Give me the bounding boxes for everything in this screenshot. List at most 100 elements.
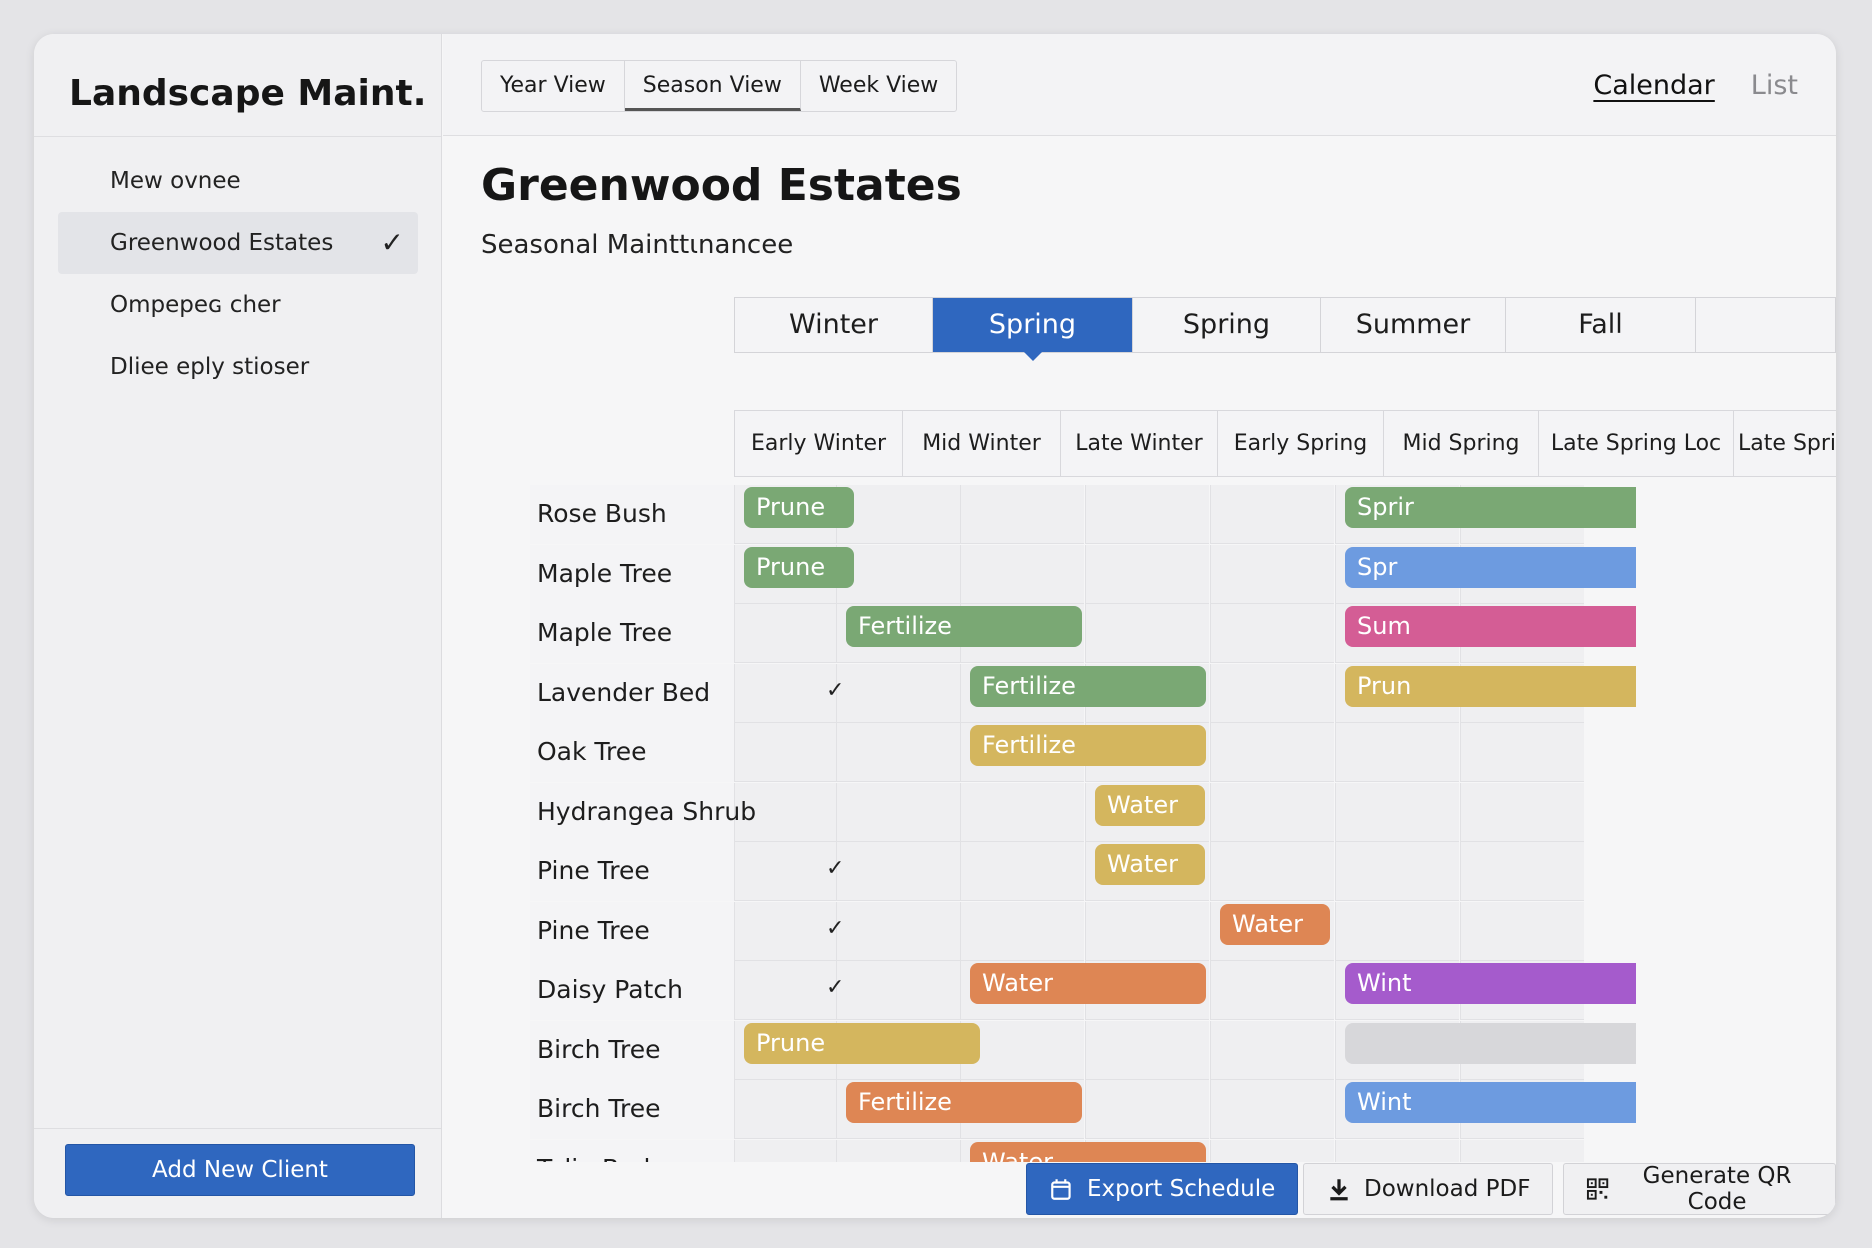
schedule-cell [1460, 783, 1584, 842]
qr-code-icon [1586, 1178, 1609, 1200]
schedule-cell [1210, 1140, 1334, 1162]
schedule-cell [1210, 485, 1334, 544]
client-item-label: Greenwood Estates [110, 230, 334, 256]
task-bar[interactable]: Spr [1345, 547, 1636, 588]
task-bar[interactable]: Fertilize [970, 666, 1206, 707]
schedule-cell [1335, 783, 1459, 842]
task-bar[interactable]: Wint [1345, 1082, 1636, 1123]
schedule-cell [1085, 902, 1209, 961]
mode-switch: Calendar List [1593, 64, 1798, 108]
season-tab-winter[interactable]: Winter [735, 298, 933, 352]
plant-name: Pine Tree [530, 902, 734, 961]
download-pdf-button[interactable]: Download PDF [1303, 1163, 1554, 1215]
schedule-row: Birch Tree Fertilize Wint [530, 1080, 1636, 1139]
calendar-export-icon [1051, 1179, 1071, 1200]
mode-calendar[interactable]: Calendar [1593, 64, 1714, 108]
task-bar[interactable] [1345, 1023, 1636, 1064]
schedule-cell [836, 485, 960, 544]
export-schedule-label: Export Schedule [1087, 1176, 1276, 1202]
season-tab-spring[interactable]: Spring [933, 298, 1133, 361]
schedule-row: Maple Tree Prune Spr [530, 545, 1636, 604]
generate-qr-code-button[interactable]: Generate QR Code [1563, 1163, 1836, 1215]
tab-week-view[interactable]: Week View [801, 61, 956, 111]
task-bar[interactable]: Prune [744, 487, 854, 528]
period-header-cell: Mid Winter [902, 411, 1060, 476]
schedule-row: Lavender Bed ✓ Fertilize Prun [530, 664, 1636, 723]
plant-name: Rose Bush [530, 485, 734, 544]
season-tab-summer[interactable]: Summer [1321, 298, 1506, 352]
checkmark-icon: ✓ [826, 916, 845, 941]
period-header-cell: Mid Spring [1383, 411, 1538, 476]
tab-year-view[interactable]: Year View [482, 61, 625, 111]
task-bar[interactable]: Water [1095, 844, 1205, 885]
plant-name: Pine Tree [530, 842, 734, 901]
schedule-row: Birch Tree Prune [530, 1021, 1636, 1080]
schedule-row: Hydrangea Shrub Water [530, 783, 1636, 842]
plant-name: Birch Tree [530, 1080, 734, 1139]
schedule-cell [960, 842, 1084, 901]
client-item[interactable]: Ompepeɢ cher [58, 274, 418, 336]
task-bar[interactable]: Water [1220, 904, 1330, 945]
schedule-cell [1210, 842, 1334, 901]
checkmark-icon: ✓ [826, 678, 845, 703]
schedule-cell [1460, 723, 1584, 782]
schedule-cell [1085, 545, 1209, 604]
task-bar[interactable]: Sprir [1345, 487, 1636, 528]
schedule-cell [1335, 1140, 1459, 1162]
download-pdf-label: Download PDF [1364, 1176, 1531, 1202]
schedule-row: Pine Tree ✓ Water [530, 902, 1636, 961]
plant-name: Maple Tree [530, 604, 734, 663]
client-item-label: Ompepeɢ cher [110, 292, 281, 318]
client-item[interactable]: Dliee eply stioser [58, 336, 418, 398]
schedule-cell [1335, 902, 1459, 961]
task-bar[interactable]: Fertilize [970, 725, 1206, 766]
export-schedule-button[interactable]: Export Schedule [1026, 1163, 1299, 1215]
schedule-row: Pine Tree ✓ Water [530, 842, 1636, 901]
schedule-row: Tulip Bed Water [530, 1140, 1636, 1162]
schedule-cell [960, 902, 1084, 961]
task-bar[interactable]: Wint [1345, 963, 1636, 1004]
app-title: Landscape Maint. [69, 73, 427, 114]
task-bar[interactable]: Prune [744, 547, 854, 588]
schedule-cell [836, 723, 960, 782]
period-header: Early Winter Mid Winter Late Winter Early S… [734, 410, 1836, 477]
schedule-cell [1085, 485, 1209, 544]
app-window: Landscape Maint. Mew ovnee Greenwood Esta… [34, 34, 1836, 1218]
task-bar[interactable]: Prune [744, 1023, 980, 1064]
schedule-cell [1460, 842, 1584, 901]
task-bar[interactable]: Water [970, 1142, 1206, 1162]
schedule-cell [836, 842, 960, 901]
page-subtitle: Seasonal Mainttɩnancee [481, 230, 794, 260]
schedule-cell [960, 545, 1084, 604]
period-header-cell: Early Winter [734, 411, 902, 476]
schedule-cell [836, 783, 960, 842]
tab-season-view[interactable]: Season View [624, 61, 801, 111]
season-tab-fall[interactable]: Fall [1506, 298, 1696, 352]
schedule-cell [1210, 545, 1334, 604]
schedule-cell [1460, 902, 1584, 961]
schedule-row: Maple Tree Fertilize Sum [530, 604, 1636, 663]
client-item[interactable]: Greenwood Estates ✓ [58, 212, 418, 274]
schedule-cell [836, 664, 960, 723]
add-new-client-button[interactable]: Add New Client [65, 1144, 415, 1196]
period-header-cell: Late Winter [1060, 411, 1217, 476]
period-header-cell: Early Spring [1217, 411, 1383, 476]
task-bar[interactable]: Prun [1345, 666, 1636, 707]
topbar: Year View Season View Week View Calendar Li… [443, 34, 1836, 136]
schedule-cell [960, 485, 1084, 544]
checkmark-icon: ✓ [380, 226, 404, 259]
task-bar[interactable]: Sum [1345, 606, 1636, 647]
plant-name: Oak Tree [530, 723, 734, 782]
schedule-cell [836, 961, 960, 1020]
task-bar[interactable]: Fertilize [846, 606, 1082, 647]
schedule-cell [1085, 1021, 1209, 1080]
schedule-cell [1085, 604, 1209, 663]
task-bar[interactable]: Water [970, 963, 1206, 1004]
task-bar[interactable]: Fertilize [846, 1082, 1082, 1123]
plant-name: Tulip Bed [530, 1140, 734, 1162]
season-tab-spring[interactable]: Spring [1133, 298, 1321, 352]
client-item[interactable]: Mew ovnee [58, 150, 418, 212]
task-bar[interactable]: Water [1095, 785, 1205, 826]
schedule-cell [1210, 604, 1334, 663]
mode-list[interactable]: List [1751, 64, 1798, 108]
